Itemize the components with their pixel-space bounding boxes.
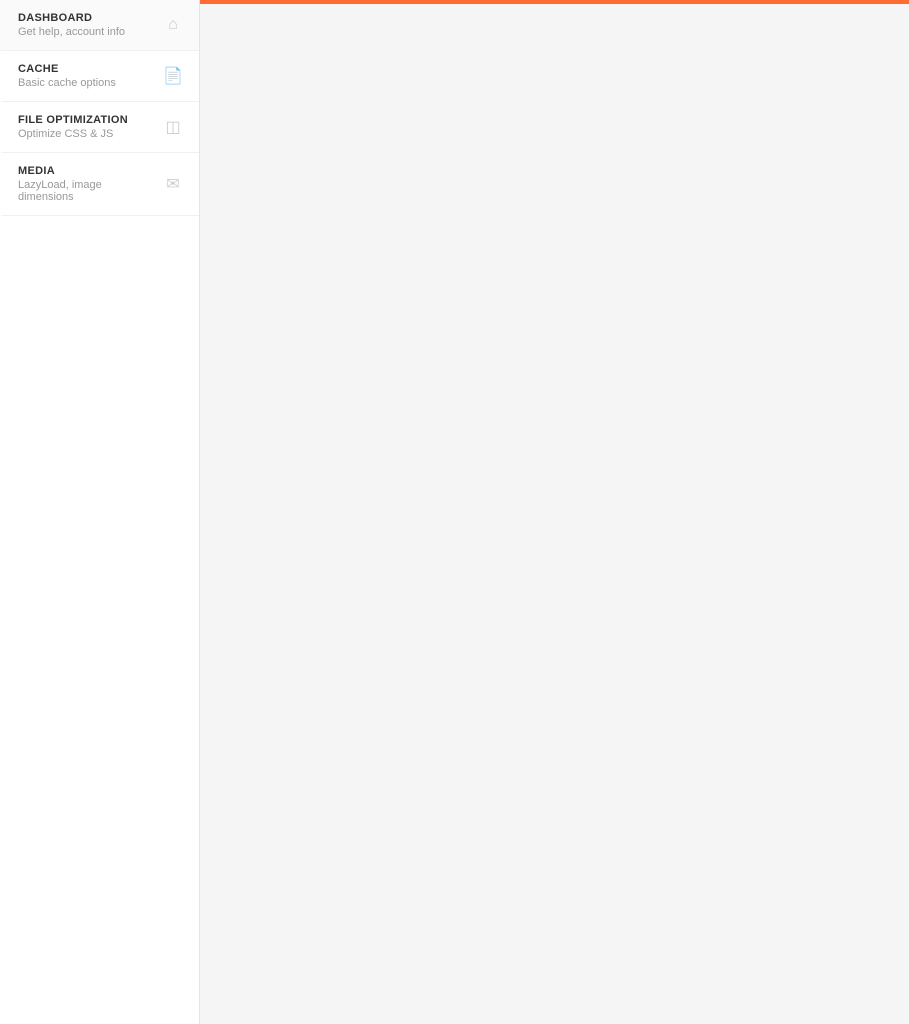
sidebar-item-title-dashboard: DASHBOARD	[18, 12, 154, 24]
sidebar-item-title-media: MEDIA	[18, 165, 154, 177]
sidebar-item-sub-file-optimization: Optimize CSS & JS	[18, 128, 154, 140]
file-icon: 📄	[162, 65, 184, 87]
sidebar-item-sub-media: LazyLoad, image dimensions	[18, 179, 154, 203]
main-content	[200, 0, 909, 1024]
layers-icon: ◫	[162, 116, 184, 138]
sidebar-item-cache[interactable]: CACHE Basic cache options 📄	[0, 51, 199, 102]
sidebar-item-title-file-optimization: FILE OPTIMIZATION	[18, 114, 154, 126]
sidebar-item-sub-dashboard: Get help, account info	[18, 26, 154, 38]
media-icon: ✉	[162, 173, 184, 195]
sidebar-item-sub-cache: Basic cache options	[18, 77, 154, 89]
content-inner	[200, 4, 900, 54]
sidebar-item-file-optimization[interactable]: FILE OPTIMIZATION Optimize CSS & JS ◫	[0, 102, 199, 153]
sidebar-item-media[interactable]: MEDIA LazyLoad, image dimensions ✉	[0, 153, 199, 216]
sidebar-item-title-cache: CACHE	[18, 63, 154, 75]
home-icon: ⌂	[162, 14, 184, 36]
sidebar: DASHBOARD Get help, account info ⌂ CACHE Bas…	[0, 0, 200, 1024]
sidebar-item-dashboard[interactable]: DASHBOARD Get help, account info ⌂	[0, 0, 199, 51]
